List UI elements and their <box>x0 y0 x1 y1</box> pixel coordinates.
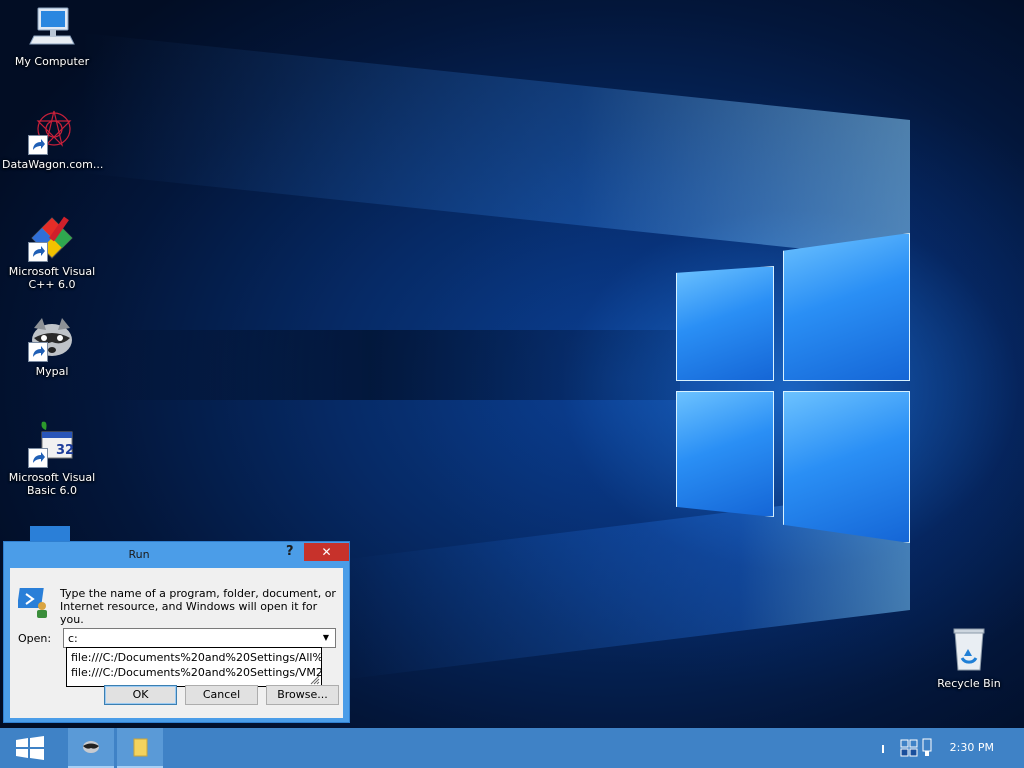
shortcut-arrow-icon <box>28 135 48 155</box>
wallpaper-logo-pane <box>676 391 774 517</box>
cancel-button[interactable]: Cancel <box>185 685 258 705</box>
open-label: Open: <box>18 632 52 645</box>
mypal-raccoon-icon <box>28 314 76 362</box>
datawagon-icon <box>28 107 76 155</box>
partial-desktop-icon <box>30 526 70 542</box>
shortcut-arrow-icon <box>28 448 48 468</box>
network-icon[interactable] <box>900 739 918 757</box>
visual-basic-icon: 32 <box>28 420 76 468</box>
taskbar: 2:30 PM <box>0 728 1024 768</box>
desktop-icon-visual-cpp[interactable]: Microsoft Visual C++ 6.0 <box>2 214 102 291</box>
mypal-raccoon-icon <box>83 741 99 753</box>
desktop-icon-label: DataWagon.com... <box>2 158 104 171</box>
dialog-body: Type the name of a program, folder, docu… <box>10 568 343 718</box>
desktop-icon-label: My Computer <box>14 55 90 68</box>
ok-button[interactable]: OK <box>104 685 177 705</box>
autocomplete-dropdown: file:///C:/Documents%20and%20Settings/Al… <box>66 647 322 687</box>
taskbar-button-folder[interactable] <box>117 728 163 768</box>
tray-overflow-icon[interactable] <box>880 744 886 754</box>
folder-icon <box>133 738 148 757</box>
desktop-icon-my-computer[interactable]: My Computer <box>2 4 102 68</box>
autocomplete-item[interactable]: file:///C:/Documents%20and%20Settings/VM… <box>71 666 321 679</box>
dialog-titlebar[interactable]: Run ? ✕ <box>4 542 349 566</box>
open-input-value[interactable]: c: <box>68 632 78 645</box>
usb-icon[interactable] <box>920 738 934 758</box>
computer-icon <box>28 4 76 52</box>
desktop-icon-label: Microsoft Visual Basic 6.0 <box>8 471 96 497</box>
wallpaper-logo-pane <box>783 391 910 543</box>
desktop-icon-label: Microsoft Visual C++ 6.0 <box>8 265 96 291</box>
desktop-icon-label: Recycle Bin <box>937 677 1001 690</box>
desktop-icon-mypal[interactable]: Mypal <box>2 314 102 378</box>
clock[interactable]: 2:30 PM <box>950 741 994 754</box>
dialog-description: Type the name of a program, folder, docu… <box>60 587 336 626</box>
wallpaper-logo-pane <box>783 233 910 381</box>
desktop-icon-recycle-bin[interactable]: Recycle Bin <box>919 626 1019 690</box>
visual-cpp-icon <box>28 214 76 262</box>
wallpaper-logo-pane <box>676 266 774 381</box>
chevron-down-icon[interactable]: ▼ <box>319 629 333 647</box>
run-dialog: Run ? ✕ Type the name of a program, fold… <box>3 541 350 723</box>
desktop-icon-label: Mypal <box>35 365 69 378</box>
wallpaper-light-beam <box>60 330 680 400</box>
dialog-title: Run <box>128 548 150 561</box>
shortcut-arrow-icon <box>28 242 48 262</box>
wallpaper-light-beam <box>80 32 910 260</box>
windows-logo-icon <box>16 736 44 760</box>
svg-text:32: 32 <box>56 443 74 458</box>
open-combobox[interactable]: c: ▼ <box>63 628 336 648</box>
desktop-icon-datawagon[interactable]: DataWagon.com... <box>2 107 104 171</box>
help-button[interactable]: ? <box>286 544 300 562</box>
shortcut-arrow-icon <box>28 342 48 362</box>
start-button[interactable] <box>0 728 60 768</box>
recycle-bin-icon <box>945 626 993 674</box>
resize-grip-icon[interactable] <box>310 675 320 685</box>
desktop-icon-visual-basic[interactable]: 32 Microsoft Visual Basic 6.0 <box>2 420 102 497</box>
run-icon <box>16 586 50 618</box>
browse-button[interactable]: Browse... <box>266 685 339 705</box>
close-button[interactable]: ✕ <box>304 543 349 561</box>
taskbar-button-mypal[interactable] <box>68 728 114 768</box>
autocomplete-item[interactable]: file:///C:/Documents%20and%20Settings/Al… <box>71 651 321 664</box>
